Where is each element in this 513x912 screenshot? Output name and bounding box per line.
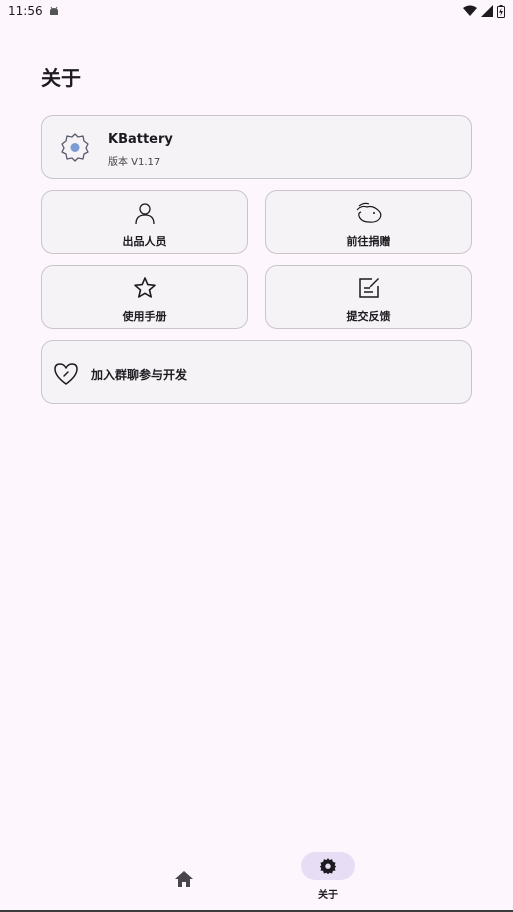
- donate-label: 前往捐赠: [346, 235, 391, 248]
- status-time: 11:56: [8, 4, 43, 18]
- nav-about-pill: [301, 852, 355, 880]
- app-name: KBattery: [108, 132, 173, 147]
- nav-about[interactable]: 关于: [300, 852, 356, 901]
- gear-icon: [61, 133, 89, 162]
- page-title: 关于: [41, 66, 81, 90]
- join-group-label: 加入群聊参与开发: [91, 368, 188, 382]
- heart-icon: [54, 363, 78, 385]
- bottom-nav: 关于: [0, 846, 513, 910]
- home-icon[interactable]: [173, 868, 195, 890]
- status-bar: 11:56: [0, 0, 513, 22]
- signal-icon: [481, 5, 493, 17]
- manual-tile[interactable]: 使用手册: [41, 265, 248, 329]
- nav-about-label: 关于: [318, 890, 338, 901]
- android-icon: [49, 6, 58, 15]
- staff-tile[interactable]: 出品人员: [41, 190, 248, 254]
- join-group-card[interactable]: 加入群聊参与开发: [41, 340, 472, 404]
- feedback-icon: [358, 278, 379, 298]
- feedback-label: 提交反馈: [346, 310, 391, 323]
- battery-icon: [497, 4, 505, 18]
- staff-label: 出品人员: [122, 235, 167, 248]
- donate-tile[interactable]: 前往捐赠: [265, 190, 472, 254]
- star-icon: [133, 277, 156, 298]
- person-icon: [134, 203, 155, 225]
- gear-icon: [319, 858, 337, 875]
- manual-label: 使用手册: [122, 310, 167, 323]
- donate-icon: [356, 202, 381, 223]
- wifi-icon: [463, 5, 477, 16]
- feedback-tile[interactable]: 提交反馈: [265, 265, 472, 329]
- app-version: 版本 V1.17: [108, 157, 161, 168]
- app-info-card[interactable]: KBattery 版本 V1.17: [41, 115, 472, 179]
